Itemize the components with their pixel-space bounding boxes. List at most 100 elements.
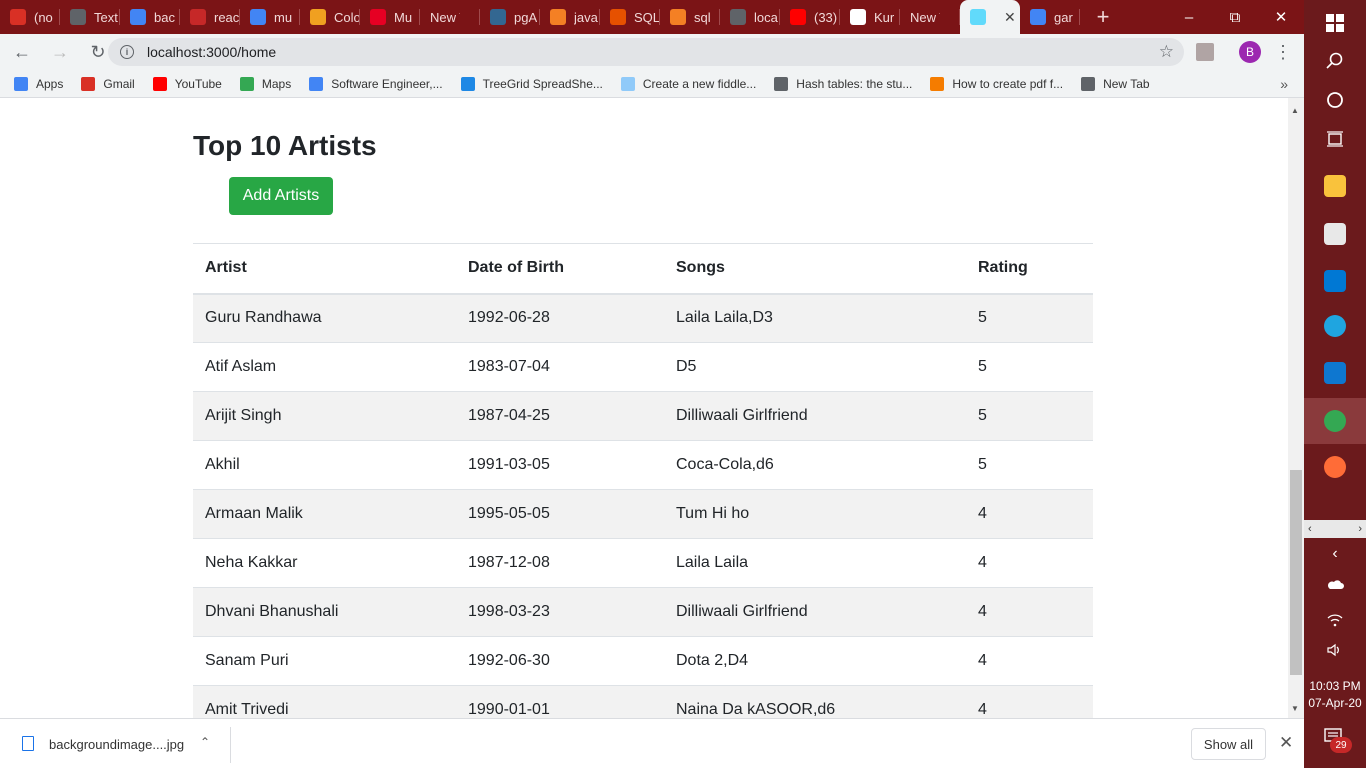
url-text[interactable]: localhost:3000/home [147,44,276,60]
artist-cell: Armaan Malik [193,489,456,539]
close-window-button[interactable]: ✕ [1258,0,1304,34]
table-row: Neha Kakkar 1987-12-08 Laila Laila 4 [193,538,1093,588]
browser-tab[interactable]: Kur [840,0,900,34]
browser-tab[interactable]: loca [720,0,780,34]
cloud-icon [1327,580,1344,589]
tab-label: (no [34,9,53,25]
file-explorer-icon [1324,175,1346,197]
tab-label: bac [154,9,175,25]
new-tab-button[interactable]: + [1088,2,1118,32]
scroll-down-icon[interactable]: ▼ [1291,704,1299,713]
bookmarks-overflow-icon[interactable]: » [1280,76,1288,92]
task-view-button[interactable] [1304,116,1366,162]
google-icon [250,9,266,25]
bookmark-item[interactable]: Software Engineer,... [309,76,443,91]
songs-cell: D5 [664,342,966,392]
taskbar-app-store[interactable] [1304,211,1366,257]
close-download-bar-icon[interactable]: ✕ [1279,733,1293,753]
bookmark-favicon-icon [460,76,475,91]
download-filename[interactable]: backgroundimage....jpg [49,737,184,752]
tab-label: gar [1054,9,1073,25]
browser-tab[interactable]: gar [1020,0,1080,34]
scrollbar-thumb[interactable] [1290,470,1302,675]
add-artists-button[interactable]: Add Artists [229,177,333,215]
bookmark-item[interactable]: Apps [14,76,64,91]
page-icon [190,9,206,25]
back-button[interactable]: ← [6,36,38,68]
bookmark-label: Apps [36,76,64,91]
column-header-artist: Artist [193,243,456,295]
system-clock[interactable]: 10:03 PM 07-Apr-20 [1304,678,1366,712]
browser-tab[interactable]: SQL [600,0,660,34]
profile-avatar[interactable]: B [1239,41,1261,63]
browser-tab[interactable]: bac [120,0,180,34]
taskbar-app-chrome[interactable] [1304,398,1366,444]
taskbar-app-mail[interactable] [1304,258,1366,304]
bookmark-favicon-icon [1081,76,1096,91]
browser-tab[interactable]: java [540,0,600,34]
artist-cell: Dhvani Bhanushali [193,587,456,637]
forward-button[interactable]: → [44,36,76,68]
download-options-icon[interactable]: ⌃ [200,735,210,749]
tab-label: Colo [334,9,360,25]
tab-label: Text [94,9,118,25]
tab-active[interactable]: ✕ [960,0,1020,34]
browser-tab[interactable]: Colo [300,0,360,34]
column-header-rating: Rating [966,243,1093,295]
browser-tab[interactable]: (33) [780,0,840,34]
browser-tab[interactable]: New Tab [900,0,960,34]
bookmark-item[interactable]: YouTube [152,76,222,91]
bookmark-item[interactable]: Maps [239,76,292,91]
songs-cell: Laila Laila,D3 [664,293,966,343]
table-row: Guru Randhawa 1992-06-28 Laila Laila,D3 5 [193,293,1093,343]
page-scrollbar[interactable]: ▲ ▼ [1288,98,1304,718]
bookmark-item[interactable]: How to create pdf f... [930,76,1064,91]
bookmark-item[interactable]: Create a new fiddle... [620,76,756,91]
search-icon [1326,52,1343,69]
bookmark-label: How to create pdf f... [952,76,1064,91]
address-bar[interactable]: i localhost:3000/home ☆ [108,38,1184,66]
songs-cell: Laila Laila [664,538,966,588]
table-row: Amit Trivedi 1990-01-01 Naina Da kASOOR,d6… [193,685,1093,718]
pinterest-icon [370,9,386,25]
bookmark-label: Maps [261,76,292,91]
browser-tab[interactable]: mu [240,0,300,34]
taskbar-app-file-explorer[interactable] [1304,163,1366,209]
table-row: Akhil 1991-03-05 Coca-Cola,d6 5 [193,440,1093,490]
pdf-extension-icon[interactable] [1196,43,1214,61]
dob-cell: 1992-06-28 [456,293,664,343]
bookmark-favicon-icon [309,76,324,91]
stackoverflow-icon [550,9,566,25]
bookmark-item[interactable]: Gmail [81,76,135,91]
dob-cell: 1987-04-25 [456,391,664,441]
minimize-button[interactable]: – [1166,0,1212,34]
table-row: Dhvani Bhanushali 1998-03-23 Dilliwaali Gi… [193,587,1093,637]
taskbar-app-postman[interactable] [1304,444,1366,490]
show-all-button[interactable]: Show all [1191,728,1266,760]
scroll-up-icon[interactable]: ▲ [1291,106,1299,115]
info-icon[interactable]: i [120,45,134,59]
browser-tab[interactable]: Text [60,0,120,34]
dob-cell: 1987-12-08 [456,538,664,588]
tab-label: sql [694,9,711,25]
taskbar-app-edge[interactable] [1304,303,1366,349]
browser-tab[interactable]: (no [0,0,60,34]
image-file-icon [22,736,34,751]
bookmark-item[interactable]: Hash tables: the stu... [774,76,912,91]
bookmarks-bar: Apps Gmail YouTube Maps Software Engineer,..… [0,70,1304,98]
restore-button[interactable]: ⧉ [1212,0,1258,34]
browser-tab[interactable]: reac [180,0,240,34]
bookmark-star-icon[interactable]: ☆ [1159,42,1174,62]
taskbar-app-vscode[interactable] [1304,350,1366,396]
bookmark-item[interactable]: New Tab [1081,76,1150,91]
browser-tab[interactable]: New Tab [420,0,480,34]
rating-cell: 4 [966,538,1093,588]
browser-tab[interactable]: pgA [480,0,540,34]
browser-tab[interactable]: Mu [360,0,420,34]
bookmark-item[interactable]: TreeGrid SpreadShe... [460,76,603,91]
google-icon [130,9,146,25]
volume-button[interactable] [1304,628,1366,672]
browser-tab[interactable]: sql [660,0,720,34]
menu-icon[interactable]: ⋮ [1274,40,1292,64]
close-tab-icon[interactable]: ✕ [1004,9,1016,26]
